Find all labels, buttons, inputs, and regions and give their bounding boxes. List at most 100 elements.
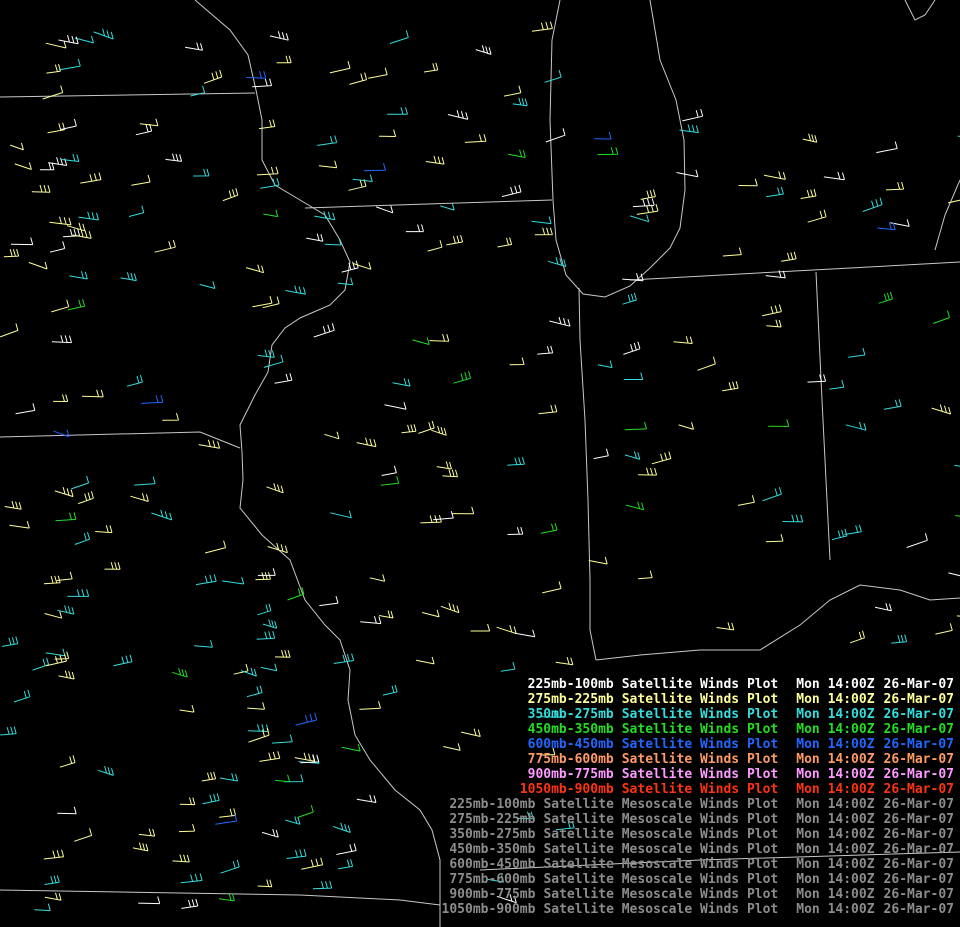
wind-barb-icon	[274, 373, 293, 384]
wind-barb-icon	[531, 21, 553, 32]
legend-date-label: 26-Mar-07	[883, 722, 954, 737]
wind-barb-icon	[44, 611, 63, 619]
legend-row: 225mb-100mb Satellite Mesoscale Winds Plo…	[354, 797, 954, 812]
wind-barb-icon	[422, 609, 440, 618]
wind-barb-icon	[256, 631, 276, 640]
wind-barb-icon	[823, 171, 845, 181]
wind-barb-icon	[429, 333, 450, 342]
wind-barb-icon	[178, 823, 196, 833]
legend-product-label: Satellite Winds Plot	[621, 707, 779, 722]
wind-barb-icon	[245, 264, 265, 274]
wind-barb-icon	[782, 514, 804, 523]
wind-barb-icon	[53, 394, 69, 402]
wind-barb-icon	[765, 534, 784, 543]
wind-barb-icon	[431, 425, 447, 436]
wind-barb-icon	[829, 379, 845, 390]
wind-barb-icon	[389, 30, 409, 44]
state-line-wi-il	[304, 199, 553, 209]
wind-barb-icon	[507, 457, 525, 466]
wind-barb-icon	[418, 420, 435, 434]
wind-barb-icon	[439, 202, 455, 211]
legend-product-label: Satellite Winds Plot	[621, 767, 779, 782]
legend-time-label: Mon 14:00Z	[796, 737, 875, 752]
legend-product-label: Satellite Mesoscale Winds Plot	[543, 872, 779, 887]
legend-product-label: Satellite Mesoscale Winds Plot	[543, 902, 779, 917]
wind-barb-icon	[597, 360, 613, 369]
wind-barb-icon	[2, 636, 19, 647]
wind-barb-icon	[59, 58, 81, 71]
wind-barb-icon	[369, 574, 386, 582]
legend-date-label: 26-Mar-07	[883, 902, 954, 917]
legend: 225mb-100mb Satellite Winds Plot Mon 14:00…	[354, 677, 954, 917]
legend-product-label: Satellite Mesoscale Winds Plot	[543, 857, 779, 872]
legend-product-label: Satellite Mesoscale Winds Plot	[543, 797, 779, 812]
wind-barb-icon	[651, 451, 672, 465]
wind-barb-icon	[261, 828, 279, 838]
wind-barb-icon	[42, 85, 64, 100]
wind-barb-icon	[48, 157, 68, 166]
wind-barb-icon	[883, 399, 902, 410]
wind-barb-icon	[252, 295, 273, 308]
wind-barb-icon	[180, 873, 203, 884]
wind-barb-icon	[272, 734, 293, 744]
legend-row: 275mb-225mb Satellite Mesoscale Winds Plo…	[354, 812, 954, 827]
wind-barb-icon	[451, 506, 475, 515]
wind-barb-icon	[130, 493, 149, 502]
legend-time-label: Mon 14:00Z	[796, 707, 875, 722]
legend-time-label: Mon 14:00Z	[796, 722, 875, 737]
wind-barb-icon	[381, 465, 397, 476]
wind-barb-icon	[768, 419, 790, 427]
wind-barb-icon	[738, 178, 758, 187]
wind-barb-icon	[333, 822, 351, 833]
wind-barb-icon	[47, 122, 66, 134]
legend-row: 450mb-350mb Satellite Mesoscale Winds Plo…	[354, 842, 954, 857]
wind-barb-icon	[475, 45, 492, 55]
wind-barb-icon	[762, 304, 782, 317]
wind-barb-icon	[266, 483, 284, 494]
wind-barb-icon	[544, 69, 562, 83]
legend-level-label: 600mb-450mb	[449, 857, 536, 872]
legend-time-label: Mon 14:00Z	[796, 812, 875, 827]
wind-barb-icon	[427, 240, 443, 252]
legend-level-label: 450mb-350mb	[449, 842, 536, 857]
legend-level-label: 1050mb-900mb	[519, 782, 614, 797]
legend-product-label: Satellite Mesoscale Winds Plot	[543, 827, 779, 842]
legend-row: 775mb-600mb Satellite Mesoscale Winds Plo…	[354, 872, 954, 887]
wind-barb-icon	[179, 797, 196, 806]
wind-barb-icon	[247, 702, 266, 710]
wind-barb-icon	[762, 486, 782, 502]
wind-barb-icon	[802, 133, 818, 143]
wind-barb-icon	[885, 181, 905, 191]
wind-barb-icon	[294, 752, 316, 762]
legend-time-label: Mon 14:00Z	[796, 827, 875, 842]
wind-barb-icon	[453, 371, 472, 384]
legend-row: 1050mb-900mb Satellite Mesoscale Winds Pl…	[354, 902, 954, 917]
wind-barb-icon	[202, 793, 220, 805]
legend-row: 225mb-100mb Satellite Winds Plot Mon 14:00…	[354, 677, 954, 692]
wind-barb-icon	[849, 630, 865, 644]
wind-barb-icon	[34, 903, 51, 912]
wind-barb-icon	[531, 216, 552, 225]
wind-barb-icon	[891, 634, 908, 644]
wind-barb-icon	[138, 828, 156, 837]
state-line-in-oh	[815, 271, 831, 561]
wind-barb-icon	[412, 337, 430, 345]
wind-barb-icon	[138, 896, 161, 905]
wind-barb-icon	[807, 374, 827, 383]
wind-barb-icon	[379, 129, 397, 137]
legend-level-label: 1050mb-900mb	[441, 902, 536, 917]
wind-barb-icon	[781, 251, 797, 262]
wind-barb-icon	[876, 141, 898, 154]
wind-barb-icon	[676, 169, 699, 178]
wind-barb-icon	[32, 657, 50, 671]
wind-barb-icon	[848, 347, 866, 358]
wind-barb-icon	[141, 395, 164, 404]
legend-date-label: 26-Mar-07	[883, 767, 954, 782]
wind-barb-icon	[588, 556, 608, 565]
wind-barb-icon	[267, 542, 288, 554]
wind-barb-icon	[134, 476, 156, 486]
wind-barb-icon	[185, 42, 203, 51]
wind-barb-icon	[500, 661, 516, 672]
wind-barb-icon	[766, 186, 784, 198]
wind-barb-icon	[57, 806, 77, 815]
